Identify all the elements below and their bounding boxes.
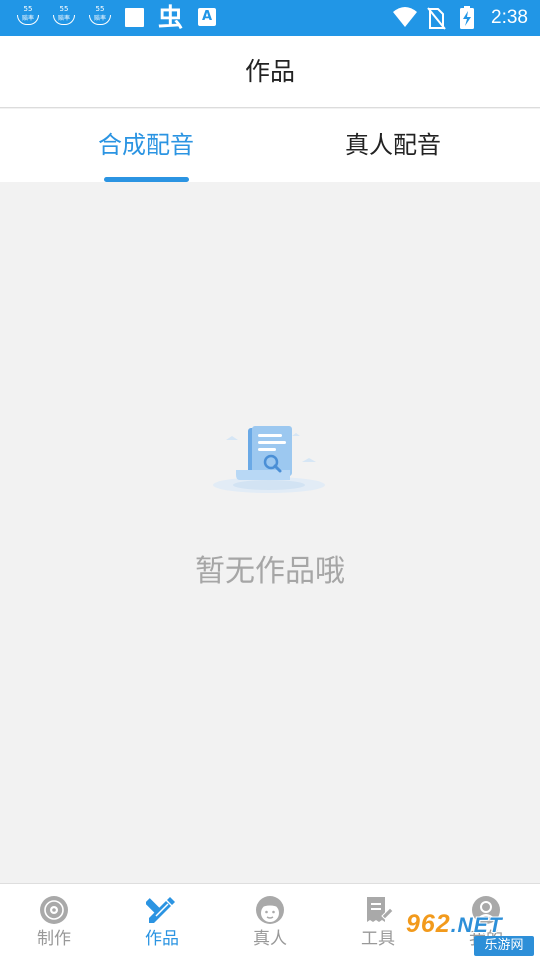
disc-icon — [40, 896, 68, 924]
nav-label: 真人 — [253, 929, 287, 949]
page-title: 作品 — [244, 57, 295, 86]
empty-message: 暂无作品哦 — [195, 554, 345, 589]
receipt-tool-icon — [367, 897, 394, 922]
tab-synthetic-dubbing[interactable]: 合成配音 — [11, 109, 281, 182]
55-app-icon: 55 赔率 — [50, 5, 78, 31]
tab-indicator — [104, 177, 189, 182]
a-translate-icon: A — [198, 8, 216, 26]
white-square-icon — [125, 8, 144, 27]
empty-document-search-icon — [213, 426, 325, 493]
nav-item-works[interactable]: 作品 — [108, 884, 216, 960]
55-app-icon: 55 赔率 — [86, 5, 114, 31]
header: 作品 — [0, 36, 540, 108]
55-app-icon: 55 赔率 — [14, 5, 42, 31]
nav-item-make[interactable]: 制作 — [0, 884, 108, 960]
chong-app-icon: 虫 — [158, 3, 184, 32]
wifi-icon — [393, 7, 417, 27]
no-sim-icon — [427, 7, 446, 30]
pencil-ruler-icon — [146, 897, 175, 923]
status-clock: 2:38 — [491, 7, 528, 28]
tab-bar: 合成配音 真人配音 — [0, 109, 540, 182]
tab-human-dubbing[interactable]: 真人配音 — [258, 109, 528, 182]
nav-label: 作品 — [145, 929, 179, 949]
person-face-icon — [256, 896, 284, 924]
battery-charging-icon — [460, 6, 474, 29]
nav-item-human[interactable]: 真人 — [216, 884, 324, 960]
watermark-logo: 962.NET 乐游网 — [404, 910, 536, 956]
nav-label: 制作 — [37, 929, 71, 949]
status-bar: 55 赔率 55 赔率 55 赔率 虫 A 2:38 — [0, 0, 540, 36]
